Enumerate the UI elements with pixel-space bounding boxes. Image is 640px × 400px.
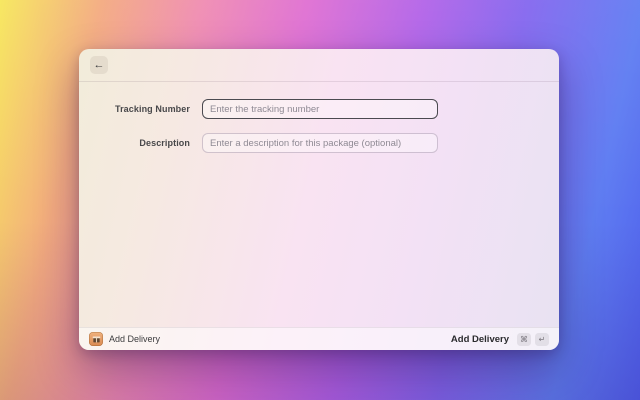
package-glyph [92,335,101,344]
back-button[interactable]: ← [90,56,108,74]
add-delivery-action[interactable]: Add Delivery [451,334,509,345]
tracking-number-input[interactable] [202,99,438,119]
tracking-number-row: Tracking Number [79,99,559,119]
description-input[interactable] [202,133,438,153]
command-key-icon: ⌘ [517,333,531,346]
footer-left-group: Add Delivery [89,332,160,346]
add-delivery-window: ← Tracking Number Description Add Delive… [79,49,559,350]
footer-window-title: Add Delivery [109,334,160,344]
tracking-number-label: Tracking Number [79,99,190,119]
back-arrow-icon: ← [94,59,105,71]
package-icon [89,332,103,346]
description-row: Description [79,133,559,153]
titlebar: ← [79,49,559,82]
desktop-background: { "window": { "back_icon": "←", "form": … [0,0,640,400]
description-label: Description [79,133,190,153]
return-key-icon: ↵ [535,333,549,346]
footer-bar: Add Delivery Add Delivery ⌘ ↵ [79,327,559,350]
footer-right-group: Add Delivery ⌘ ↵ [451,333,549,346]
